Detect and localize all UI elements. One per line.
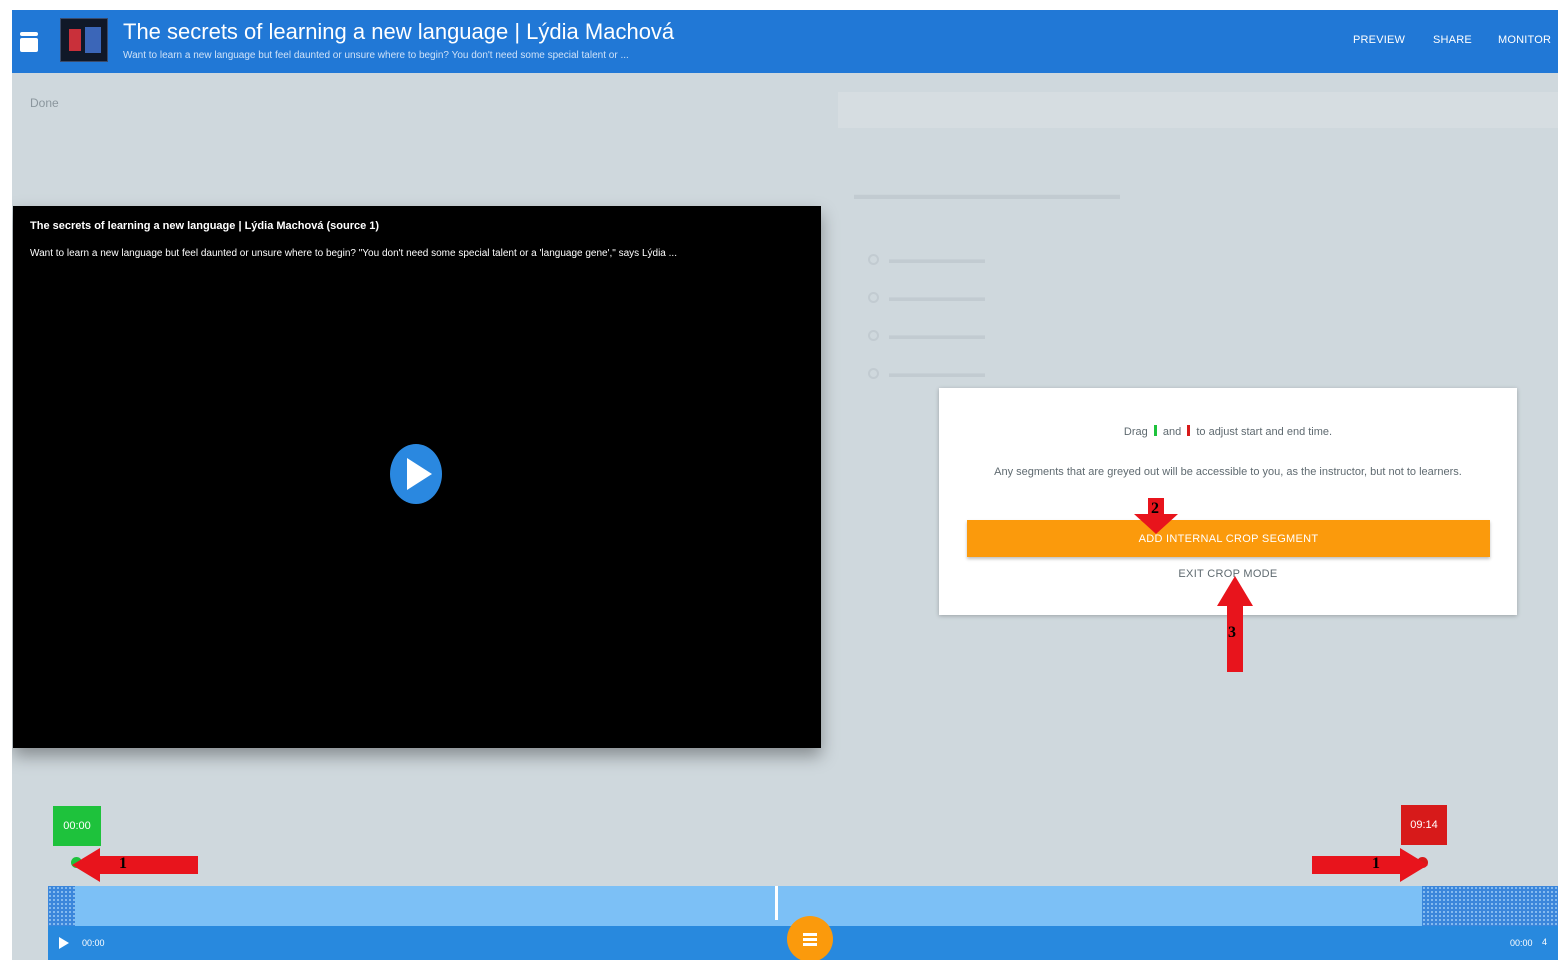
annotation-arrow bbox=[1312, 848, 1428, 882]
annotation-number: 3 bbox=[1228, 624, 1236, 641]
end-time-label: 09:14 bbox=[1401, 805, 1447, 845]
scissors-icon bbox=[803, 933, 817, 946]
annotation-arrow bbox=[72, 848, 198, 882]
done-link[interactable]: Done bbox=[30, 96, 59, 110]
video-thumbnail bbox=[60, 18, 108, 62]
annotation-number: 1 bbox=[119, 855, 127, 872]
instruction-suffix: to adjust start and end time. bbox=[1196, 426, 1333, 438]
faded-option: ▬▬▬▬▬▬▬▬ bbox=[868, 366, 985, 380]
instruction-and: and bbox=[1162, 426, 1182, 438]
end-handle[interactable] bbox=[1417, 857, 1428, 868]
app-header: The secrets of learning a new language |… bbox=[12, 10, 1558, 73]
faded-quiz-panel: ▬▬▬▬▬▬▬▬▬▬▬▬▬▬▬▬▬▬▬ ▬▬▬▬▬▬▬▬ ▬▬▬▬▬▬▬▬ ▬▬… bbox=[838, 150, 1558, 420]
monitor-button[interactable]: MONITOR bbox=[1498, 34, 1551, 46]
video-title: The secrets of learning a new language |… bbox=[30, 220, 380, 232]
video-description: Want to learn a new language but feel da… bbox=[30, 248, 677, 259]
page-title: The secrets of learning a new language |… bbox=[123, 19, 675, 44]
end-marker-icon bbox=[1187, 425, 1191, 436]
app-stage: The secrets of learning a new language |… bbox=[12, 10, 1558, 960]
faded-option: ▬▬▬▬▬▬▬▬ bbox=[868, 290, 985, 304]
play-icon bbox=[407, 458, 432, 490]
play-button[interactable] bbox=[390, 444, 442, 504]
add-internal-crop-segment-button[interactable]: ADD INTERNAL CROP SEGMENT bbox=[967, 520, 1490, 557]
crop-note: Any segments that are greyed out will be… bbox=[994, 466, 1462, 478]
volume-control[interactable]: 4 bbox=[1542, 937, 1547, 947]
faded-option: ▬▬▬▬▬▬▬▬ bbox=[868, 252, 985, 266]
start-handle[interactable] bbox=[71, 857, 82, 868]
play-icon[interactable] bbox=[59, 937, 69, 949]
menu-icon[interactable] bbox=[18, 28, 40, 54]
playhead[interactable] bbox=[775, 886, 778, 920]
annotation-number: 2 bbox=[1151, 500, 1159, 517]
video-player[interactable]: The secrets of learning a new language |… bbox=[13, 206, 821, 748]
annotation-number: 1 bbox=[1372, 855, 1380, 872]
start-time-label: 00:00 bbox=[53, 806, 101, 846]
duration-time: 00:00 bbox=[1510, 938, 1533, 948]
crop-button[interactable] bbox=[787, 916, 833, 960]
faded-question-text: ▬▬▬▬▬▬▬▬▬▬▬▬▬▬▬▬▬▬▬ bbox=[854, 186, 1120, 202]
cropped-segment-right bbox=[1422, 886, 1558, 926]
preview-button[interactable]: PREVIEW bbox=[1353, 34, 1405, 46]
page-subtitle: Want to learn a new language but feel da… bbox=[123, 50, 629, 61]
cropped-segment-left bbox=[48, 886, 75, 926]
crop-instructions-card: Drag and to adjust start and end time. A… bbox=[939, 388, 1517, 615]
instruction-prefix: Drag bbox=[1123, 426, 1148, 438]
start-marker-icon bbox=[1153, 425, 1157, 436]
faded-question-header bbox=[838, 92, 1558, 128]
faded-option: ▬▬▬▬▬▬▬▬ bbox=[868, 328, 985, 342]
share-button[interactable]: SHARE bbox=[1433, 34, 1472, 46]
exit-crop-mode-button[interactable]: EXIT CROP MODE bbox=[939, 568, 1517, 580]
crop-instruction-text: Drag and to adjust start and end time. bbox=[939, 425, 1517, 438]
current-time: 00:00 bbox=[82, 938, 105, 948]
